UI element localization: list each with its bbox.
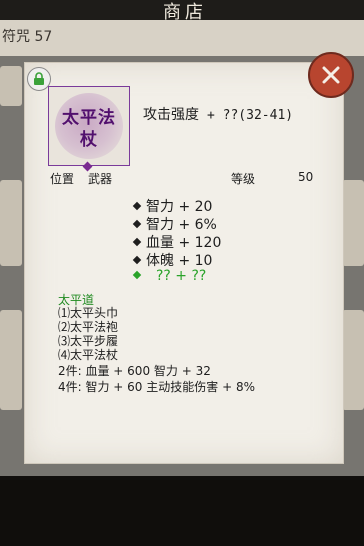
attack-line: 攻击强度 + ??(32-41)	[143, 104, 293, 124]
stat-text: 智力 + 20	[146, 199, 213, 215]
bottom-bar	[0, 476, 364, 546]
attack-label: 攻击强度	[143, 107, 199, 123]
bullet-diamond-icon	[132, 237, 142, 247]
bullet-diamond-icon	[132, 255, 142, 265]
stat-text: ?? + ??	[156, 268, 207, 284]
stat-line: 智力 + 6%	[132, 214, 217, 234]
close-icon	[322, 66, 340, 84]
stat-line: 血量 + 120	[132, 232, 222, 252]
stat-text: 体魄 + 10	[146, 253, 213, 269]
shop-title: 商店	[163, 2, 207, 23]
attack-value: + ??(32-41)	[207, 108, 294, 123]
position-label: 位置	[50, 172, 75, 186]
bullet-diamond-icon	[132, 270, 142, 280]
currency-bar	[0, 20, 364, 56]
currency-text: 符咒 57	[2, 29, 53, 45]
item-icon-name-line-1: 太平法	[62, 108, 116, 128]
stat-line: 体魄 + 10	[132, 250, 213, 270]
item-icon: 太平法 杖	[48, 86, 130, 166]
item-icon-name-line-2: 杖	[80, 130, 98, 150]
position-value: 武器	[88, 172, 113, 186]
stat-text: 血量 + 120	[146, 235, 222, 251]
shop-card[interactable]	[0, 310, 22, 410]
shop-card[interactable]	[342, 310, 364, 410]
set-bonus: 2件: 血量 + 600 智力 + 32	[58, 364, 211, 378]
bullet-diamond-icon	[132, 201, 142, 211]
item-icon-name: 太平法 杖	[49, 107, 129, 151]
bullet-diamond-icon	[132, 219, 142, 229]
set-bonus: 4件: 智力 + 60 主动技能伤害 + 8%	[58, 380, 255, 394]
shop-card[interactable]	[342, 180, 364, 266]
stat-line: 智力 + 20	[132, 196, 213, 216]
lock-icon	[34, 72, 44, 85]
stat-text: 智力 + 6%	[146, 217, 217, 233]
close-button[interactable]	[308, 52, 354, 98]
stat-line-unknown: ?? + ??	[132, 268, 207, 284]
shop-card[interactable]	[0, 66, 22, 106]
level-value: 50	[298, 170, 314, 184]
level-label: 等级	[231, 172, 256, 186]
set-piece: ⑷太平法杖	[58, 348, 119, 362]
shop-card[interactable]	[0, 180, 22, 266]
